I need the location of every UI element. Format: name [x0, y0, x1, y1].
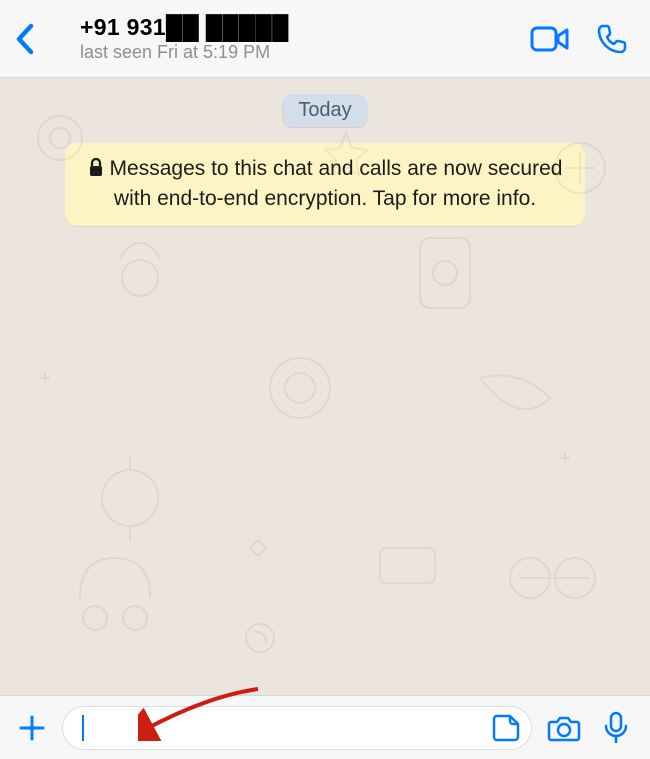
sticker-icon	[491, 713, 521, 743]
sticker-button[interactable]	[491, 713, 521, 743]
camera-button[interactable]	[544, 714, 584, 742]
chat-header: +91 931██ █████ last seen Fri at 5:19 PM	[0, 0, 650, 78]
video-call-button[interactable]	[530, 24, 570, 54]
video-camera-icon	[530, 24, 570, 54]
date-badge: Today	[282, 94, 367, 127]
encryption-notice-text: Messages to this chat and calls are now …	[110, 157, 563, 210]
microphone-icon	[603, 711, 629, 745]
voice-call-button[interactable]	[596, 23, 628, 55]
chevron-left-icon	[14, 22, 34, 56]
attach-button[interactable]	[14, 712, 50, 744]
header-actions	[530, 23, 636, 55]
microphone-button[interactable]	[596, 711, 636, 745]
contact-name: +91 931██ █████	[80, 14, 530, 41]
input-bar	[0, 695, 650, 759]
phone-icon	[596, 23, 628, 55]
chat-body: Today Messages to this chat and calls ar…	[0, 78, 650, 695]
last-seen-text: last seen Fri at 5:19 PM	[80, 42, 530, 63]
message-input-container[interactable]	[62, 706, 532, 750]
plus-icon	[16, 712, 48, 744]
contact-info[interactable]: +91 931██ █████ last seen Fri at 5:19 PM	[54, 14, 530, 63]
back-button[interactable]	[14, 22, 54, 56]
message-input[interactable]	[84, 717, 491, 738]
encryption-notice[interactable]: Messages to this chat and calls are now …	[65, 143, 585, 226]
camera-icon	[547, 714, 581, 742]
lock-icon	[88, 157, 104, 185]
